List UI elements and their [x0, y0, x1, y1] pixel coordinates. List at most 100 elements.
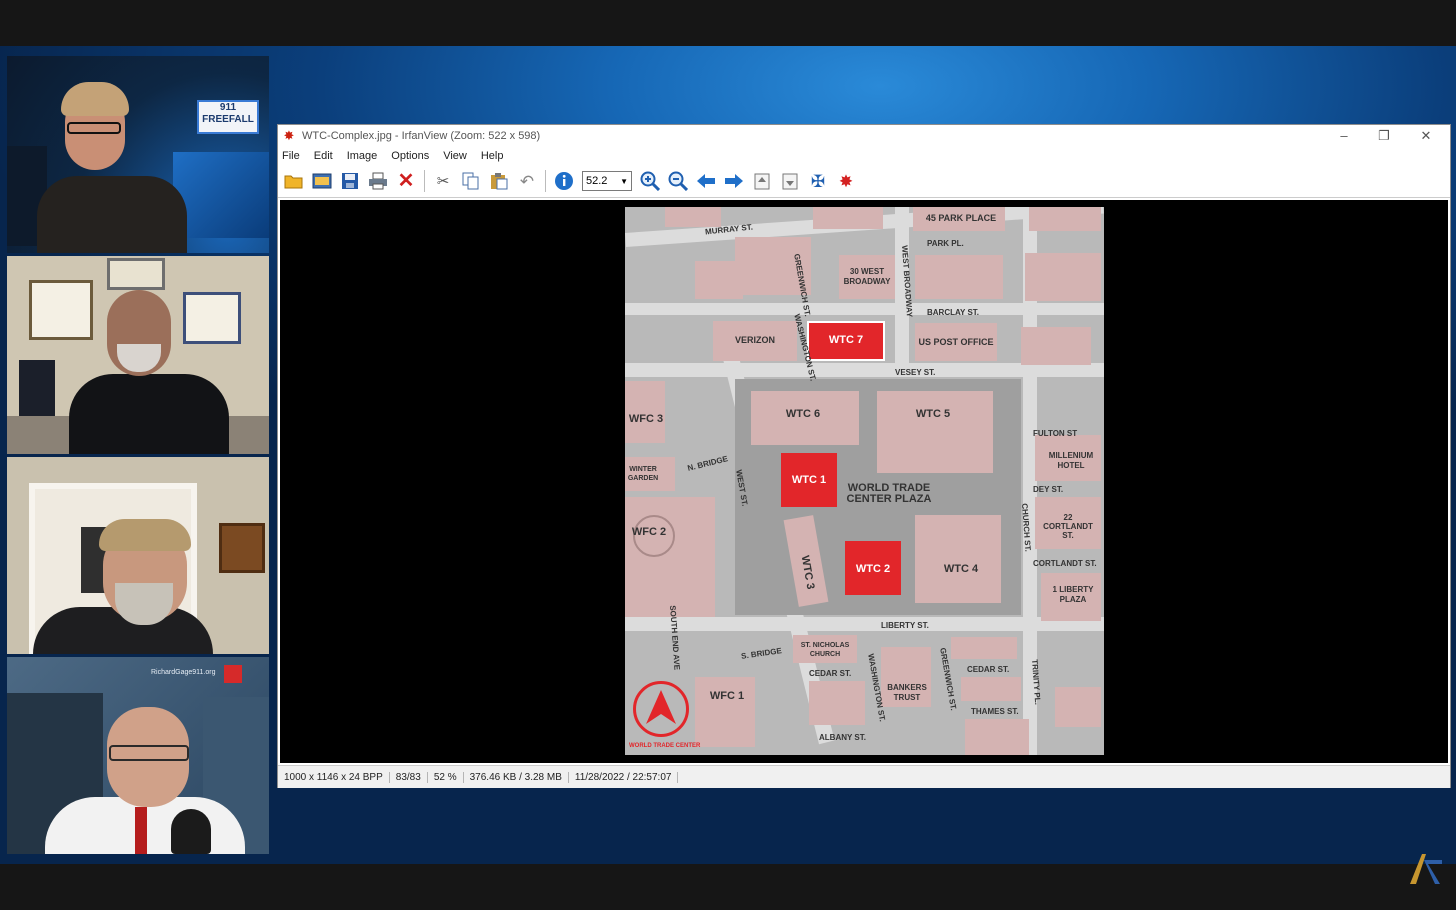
street-albany: ALBANY ST. [819, 733, 866, 742]
street-trinity: TRINITY PL. [1030, 659, 1043, 706]
building-wtc5 [877, 391, 993, 473]
menu-bar: File Edit Image Options View Help [278, 147, 1450, 165]
wall-ornament [219, 523, 265, 573]
label-verizon: VERIZON [734, 335, 775, 345]
menu-edit[interactable]: Edit [314, 150, 333, 162]
print-icon[interactable] [367, 170, 389, 192]
status-dimensions: 1000 x 1146 x 24 BPP [278, 771, 390, 783]
status-index: 83/83 [390, 771, 428, 783]
street-vesey: VESEY ST. [895, 368, 936, 377]
participant-video-2 [7, 256, 269, 454]
copy-icon[interactable] [460, 170, 482, 192]
desk-monitor [19, 360, 55, 416]
building [1029, 207, 1101, 231]
watermark-logo-icon [224, 665, 242, 683]
label-wtc4: WTC 4 [943, 563, 979, 575]
menu-help[interactable]: Help [481, 150, 504, 162]
top-letterbox [0, 0, 1456, 46]
maximize-button[interactable]: ❐ [1364, 125, 1404, 147]
street-s-bridge: S. BRIDGE [740, 646, 783, 661]
street-dey: DEY ST. [1033, 485, 1064, 494]
street-thames: THAMES ST. [971, 707, 1019, 716]
undo-icon[interactable]: ↶ [516, 170, 538, 192]
street-n-bridge: N. BRIDGE [686, 454, 729, 473]
street-barclay: BARCLAY ST. [927, 308, 980, 317]
title-bar[interactable]: ✸ WTC-Complex.jpg - IrfanView (Zoom: 522… [278, 125, 1450, 147]
zoom-input[interactable]: 52.2 ▼ [582, 171, 632, 191]
menu-image[interactable]: Image [347, 150, 378, 162]
first-page-icon[interactable] [751, 170, 773, 192]
last-page-icon[interactable] [779, 170, 801, 192]
broadcast-logo-icon [1408, 852, 1444, 886]
menu-options[interactable]: Options [391, 150, 429, 162]
road-liberty [625, 617, 1104, 631]
settings-icon[interactable]: ✠ [807, 170, 829, 192]
status-size: 376.46 KB / 3.28 MB [464, 771, 569, 783]
label-wtc5: WTC 5 [915, 408, 951, 420]
label-wtc2: WTC 2 [855, 563, 891, 575]
wtc-map-image: WTC 7 WTC 6 WTC 5 WTC 1 WTC 2 WTC 3 WTC … [625, 207, 1104, 755]
chevron-down-icon[interactable]: ▼ [620, 177, 628, 186]
label-st-nicholas: ST. NICHOLAS CHURCH [800, 642, 850, 658]
previous-icon[interactable] [695, 170, 717, 192]
toolbar-separator [424, 170, 425, 192]
close-button[interactable]: ✕ [1406, 125, 1446, 147]
compass-label: WORLD TRADE CENTER [629, 743, 701, 749]
building-wfc3 [625, 381, 665, 443]
street-liberty: LIBERTY ST. [881, 621, 929, 630]
participant-video-1: 911 FREEFALL [7, 56, 269, 253]
label-post-office: US POST OFFICE [918, 337, 994, 347]
minimize-button[interactable]: – [1324, 125, 1364, 147]
next-icon[interactable] [723, 170, 745, 192]
person-body [37, 176, 187, 253]
building-wfc2 [625, 497, 715, 617]
street-fulton: FULTON ST [1033, 429, 1078, 438]
toolbar-separator [545, 170, 546, 192]
label-bankers-trust: BANKERS TRUST [887, 683, 927, 702]
menu-file[interactable]: File [282, 150, 300, 162]
building [1021, 327, 1091, 365]
label-plaza: WORLD TRADE CENTER PLAZA [846, 482, 932, 505]
status-zoom: 52 % [428, 771, 464, 783]
irfanview-window[interactable]: ✸ WTC-Complex.jpg - IrfanView (Zoom: 522… [277, 124, 1451, 788]
delete-icon[interactable]: ✕ [395, 170, 417, 192]
building [961, 677, 1021, 701]
label-1-liberty-plaza: 1 LIBERTY PLAZA [1052, 585, 1094, 604]
save-icon[interactable] [339, 170, 361, 192]
zoom-out-icon[interactable] [667, 170, 689, 192]
label-wtc1: WTC 1 [791, 474, 827, 486]
open-icon[interactable] [283, 170, 305, 192]
exit-icon[interactable]: ✸ [835, 170, 857, 192]
person-body [69, 374, 229, 454]
thumbnails-icon[interactable] [311, 170, 333, 192]
zoom-in-icon[interactable] [639, 170, 661, 192]
street-cortlandt: CORTLANDT ST. [1033, 559, 1097, 568]
person-tie [135, 807, 147, 854]
info-icon[interactable] [553, 170, 575, 192]
freefall-sign: 911 FREEFALL [197, 100, 259, 134]
toolbar: ✕ ✂ ↶ 52.2 ▼ ✠ ✸ [278, 165, 1450, 198]
street-cedar-east: CEDAR ST. [967, 665, 1010, 674]
zoom-value: 52.2 [586, 175, 608, 187]
menu-view[interactable]: View [443, 150, 467, 162]
wall-frame [107, 258, 165, 290]
bottom-letterbox [0, 864, 1456, 910]
image-viewport[interactable]: WTC 7 WTC 6 WTC 5 WTC 1 WTC 2 WTC 3 WTC … [280, 200, 1448, 763]
label-wfc2: WFC 2 [631, 526, 667, 538]
building [915, 255, 1003, 299]
status-datetime: 11/28/2022 / 22:57:07 [569, 771, 679, 783]
eyeglasses [109, 745, 189, 761]
cut-icon[interactable]: ✂ [432, 170, 454, 192]
label-30-west-broadway: 30 WEST BROADWAY [843, 267, 891, 286]
status-bar: 1000 x 1146 x 24 BPP 83/83 52 % 376.46 K… [278, 765, 1450, 788]
building [1025, 253, 1101, 301]
participant-video-4: RichardGage911.org [7, 657, 269, 854]
building [951, 637, 1017, 659]
building [665, 207, 721, 227]
window-title: WTC-Complex.jpg - IrfanView (Zoom: 522 x… [302, 130, 541, 142]
building [809, 681, 865, 725]
paste-icon[interactable] [488, 170, 510, 192]
street-park-pl: PARK PL. [927, 239, 964, 248]
building [813, 207, 883, 229]
person-hair [99, 519, 191, 551]
